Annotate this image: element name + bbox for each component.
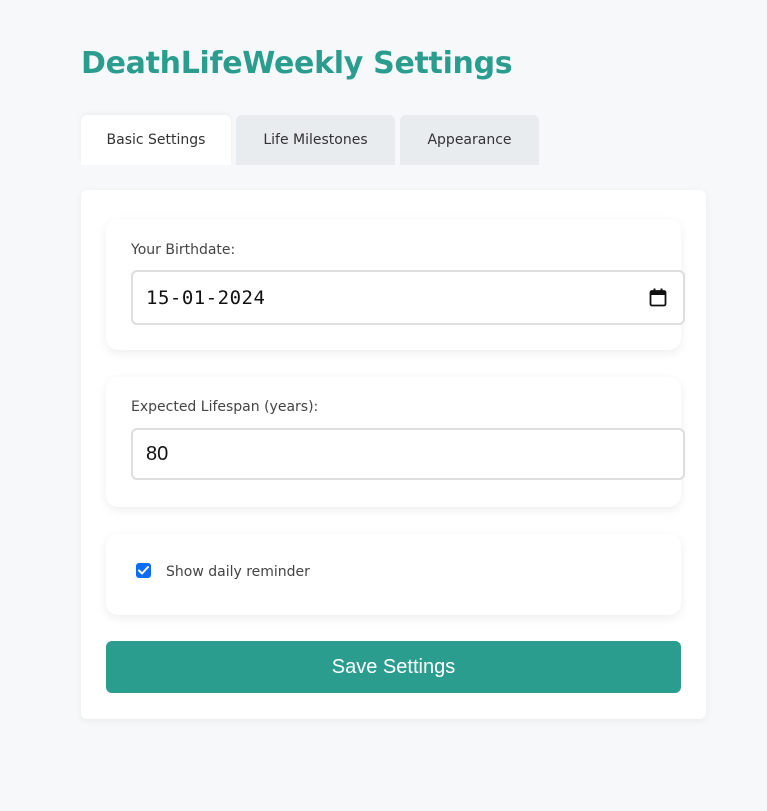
tab-life-milestones[interactable]: Life Milestones [236, 115, 395, 165]
lifespan-label: Expected Lifespan (years): [131, 399, 319, 415]
daily-reminder-label[interactable]: Show daily reminder [166, 564, 310, 580]
tab-bar: Basic Settings Life Milestones Appearanc… [81, 115, 539, 165]
lifespan-value: 80 [146, 442, 169, 465]
settings-page: DeathLifeWeekly Settings Basic Settings … [0, 0, 767, 811]
birthdate-input[interactable]: 15-01-2024 [131, 270, 685, 325]
calendar-icon[interactable] [649, 288, 667, 307]
birthdate-value: 15-01-2024 [146, 286, 266, 309]
reminder-card: Show daily reminder [106, 534, 681, 615]
birthdate-label: Your Birthdate: [131, 242, 236, 258]
lifespan-input[interactable]: 80 [131, 428, 685, 480]
birthdate-card: Your Birthdate: 15-01-2024 [106, 219, 685, 350]
save-settings-button[interactable]: Save Settings [106, 641, 681, 693]
tab-appearance[interactable]: Appearance [400, 115, 539, 165]
tab-basic-settings[interactable]: Basic Settings [81, 115, 231, 165]
settings-panel: Your Birthdate: 15-01-2024 Expected Life… [81, 190, 706, 719]
page-title: DeathLifeWeekly Settings [81, 46, 513, 81]
daily-reminder-checkbox[interactable] [136, 563, 151, 578]
checkmark-icon [138, 566, 149, 575]
lifespan-card: Expected Lifespan (years): 80 [106, 377, 685, 507]
